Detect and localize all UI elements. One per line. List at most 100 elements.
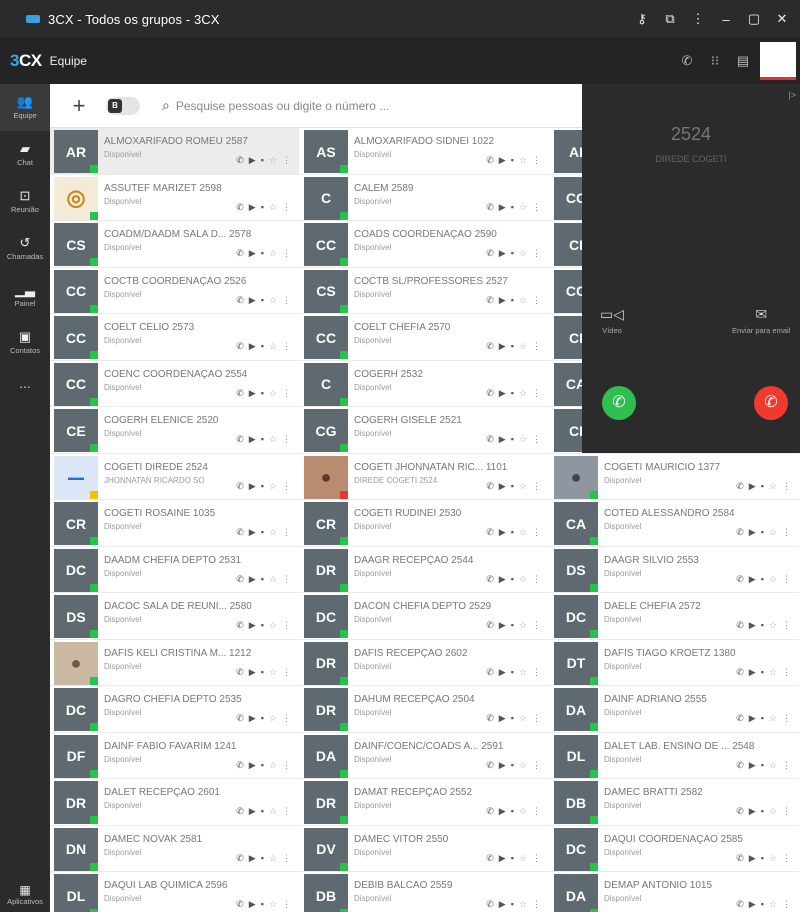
call-icon[interactable]: ✆ xyxy=(486,202,494,213)
star-icon[interactable]: ☆ xyxy=(769,620,777,631)
call-icon[interactable]: ✆ xyxy=(486,713,494,724)
star-icon[interactable]: ☆ xyxy=(519,341,527,352)
star-icon[interactable]: ☆ xyxy=(769,806,777,817)
close-icon[interactable]: ✕ xyxy=(768,11,796,27)
contact-card[interactable]: ● COGETI MAURICIO 1377 Disponível ✆ ▶ ▪ ☆ ⋮ xyxy=(550,453,799,500)
more-icon[interactable]: ⋮ xyxy=(532,806,541,817)
maximize-icon[interactable]: ▢ xyxy=(740,11,768,27)
star-icon[interactable]: ☆ xyxy=(519,574,527,585)
call-icon[interactable]: ✆ xyxy=(486,248,494,259)
contact-card[interactable]: CR COGETI RUDINEI 2530 Disponível ✆ ▶ ▪ ☆ ⋮ xyxy=(300,500,549,547)
star-icon[interactable]: ☆ xyxy=(269,760,277,771)
contact-card[interactable]: CR COGETI ROSAINE 1035 Disponível ✆ ▶ ▪ ☆ ⋮ xyxy=(50,500,299,547)
call-icon[interactable]: ✆ xyxy=(236,341,244,352)
more-icon[interactable]: ⋮ xyxy=(532,899,541,910)
video-icon[interactable]: ▶ xyxy=(249,388,256,399)
call-icon[interactable]: ✆ xyxy=(236,620,244,631)
video-icon[interactable]: ▶ xyxy=(249,853,256,864)
chat-icon[interactable]: ▪ xyxy=(261,527,264,538)
call-icon[interactable]: ✆ xyxy=(236,853,244,864)
chat-icon[interactable]: ▪ xyxy=(761,481,764,492)
call-icon[interactable]: ✆ xyxy=(736,899,744,910)
video-icon[interactable]: ▶ xyxy=(749,853,756,864)
call-icon[interactable]: ✆ xyxy=(736,853,744,864)
contact-card[interactable]: CS COADM/DAADM SALA D... 2578 Disponível ✆ ▶… xyxy=(50,221,299,268)
call-icon[interactable]: ✆ xyxy=(486,620,494,631)
star-icon[interactable]: ☆ xyxy=(769,574,777,585)
video-icon[interactable]: ▶ xyxy=(749,667,756,678)
contact-card[interactable]: CC COADS COORDENAÇÃO 2590 Disponível ✆ ▶ ▪ ☆ ⋮ xyxy=(300,221,549,268)
star-icon[interactable]: ☆ xyxy=(269,295,277,306)
video-icon[interactable]: ▶ xyxy=(749,806,756,817)
chat-icon[interactable]: ▪ xyxy=(511,155,514,166)
call-icon[interactable]: ✆ xyxy=(486,481,494,492)
star-icon[interactable]: ☆ xyxy=(269,574,277,585)
contact-card[interactable]: C COGERH 2532 Disponível ✆ ▶ ▪ ☆ ⋮ xyxy=(300,360,549,407)
contact-card[interactable]: DB DAMEC BRATTI 2582 Disponível ✆ ▶ ▪ ☆ ⋮ xyxy=(550,779,799,826)
hangup-call-button[interactable]: ✆ xyxy=(754,386,788,420)
contact-card[interactable]: DR DAAGR RECEPÇÃO 2544 Disponível ✆ ▶ ▪ ☆ ⋮ xyxy=(300,546,549,593)
more-icon[interactable]: ⋮ xyxy=(782,760,791,771)
contact-card[interactable]: ● DAFIS KELI CRISTINA M... 1212 Disponível… xyxy=(50,639,299,686)
star-icon[interactable]: ☆ xyxy=(269,481,277,492)
nav-more-button[interactable]: ... xyxy=(0,366,50,400)
more-icon[interactable]: ⋮ xyxy=(282,806,291,817)
contact-card[interactable]: DA DAINF ADRIANO 2555 Disponível ✆ ▶ ▪ ☆ ⋮ xyxy=(550,686,799,733)
send-email-option[interactable]: ✉ Enviar para email xyxy=(732,306,790,335)
call-icon[interactable]: ✆ xyxy=(486,899,494,910)
star-icon[interactable]: ☆ xyxy=(269,713,277,724)
star-icon[interactable]: ☆ xyxy=(519,202,527,213)
star-icon[interactable]: ☆ xyxy=(769,667,777,678)
call-icon[interactable]: ✆ xyxy=(236,155,244,166)
call-icon[interactable]: ✆ xyxy=(736,667,744,678)
more-icon[interactable]: ⋮ xyxy=(282,899,291,910)
video-icon[interactable]: ▶ xyxy=(249,899,256,910)
chat-icon[interactable]: ▪ xyxy=(511,620,514,631)
chat-icon[interactable]: ▪ xyxy=(261,760,264,771)
chat-icon[interactable]: ▪ xyxy=(761,899,764,910)
contact-card[interactable]: CA COTED ALESSANDRO 2584 Disponível ✆ ▶ ▪ ☆ ⋮ xyxy=(550,500,799,547)
more-icon[interactable]: ⋮ xyxy=(282,760,291,771)
key-icon[interactable]: ⚷ xyxy=(628,11,656,27)
more-icon[interactable]: ⋮ xyxy=(782,527,791,538)
more-icon[interactable]: ⋮ xyxy=(532,155,541,166)
chat-icon[interactable]: ▪ xyxy=(761,574,764,585)
star-icon[interactable]: ☆ xyxy=(519,388,527,399)
video-icon[interactable]: ▶ xyxy=(249,481,256,492)
chat-icon[interactable]: ▪ xyxy=(511,481,514,492)
chat-icon[interactable]: ▪ xyxy=(511,388,514,399)
answer-call-button[interactable]: ✆ xyxy=(602,386,636,420)
call-icon[interactable]: ✆ xyxy=(236,760,244,771)
user-status-panel[interactable] xyxy=(760,42,796,80)
contact-card[interactable]: DT DAFIS TIAGO KROETZ 1380 Disponível ✆ ▶ ▪ ☆ ⋮ xyxy=(550,639,799,686)
collapse-panel-icon[interactable]: |> xyxy=(788,90,796,100)
call-icon[interactable]: ✆ xyxy=(236,667,244,678)
call-icon[interactable]: ✆ xyxy=(236,434,244,445)
call-icon[interactable]: ✆ xyxy=(236,388,244,399)
star-icon[interactable]: ☆ xyxy=(269,620,277,631)
contact-card[interactable]: C CALEM 2589 Disponível ✆ ▶ ▪ ☆ ⋮ xyxy=(300,174,549,221)
more-icon[interactable]: ⋮ xyxy=(532,760,541,771)
video-icon[interactable]: ▶ xyxy=(499,760,506,771)
contact-card[interactable]: CC COELT CHEFIA 2570 Disponível ✆ ▶ ▪ ☆ ⋮ xyxy=(300,314,549,361)
more-icon[interactable]: ⋮ xyxy=(282,853,291,864)
chat-icon[interactable]: ▪ xyxy=(511,295,514,306)
video-icon[interactable]: ▶ xyxy=(499,434,506,445)
video-icon[interactable]: ▶ xyxy=(249,434,256,445)
video-icon[interactable]: ▶ xyxy=(499,248,506,259)
call-icon[interactable]: ✆ xyxy=(486,388,494,399)
contact-card[interactable]: DB DEBIB BALCÃO 2559 Disponível ✆ ▶ ▪ ☆ ⋮ xyxy=(300,872,549,912)
video-icon[interactable]: ▶ xyxy=(249,760,256,771)
chat-icon[interactable]: ▪ xyxy=(261,806,264,817)
more-icon[interactable]: ⋮ xyxy=(282,248,291,259)
chat-icon[interactable]: ▪ xyxy=(761,620,764,631)
call-icon[interactable]: ✆ xyxy=(486,527,494,538)
star-icon[interactable]: ☆ xyxy=(519,853,527,864)
chat-icon[interactable]: ▪ xyxy=(511,434,514,445)
extension-icon[interactable]: ⧉ xyxy=(656,11,684,27)
contact-card[interactable]: DL DALET LAB. ENSINO DE ... 2548 Disponíve… xyxy=(550,732,799,779)
video-icon[interactable]: ▶ xyxy=(749,713,756,724)
chat-icon[interactable]: ▪ xyxy=(261,295,264,306)
call-icon[interactable]: ✆ xyxy=(736,760,744,771)
more-icon[interactable]: ⋮ xyxy=(532,341,541,352)
